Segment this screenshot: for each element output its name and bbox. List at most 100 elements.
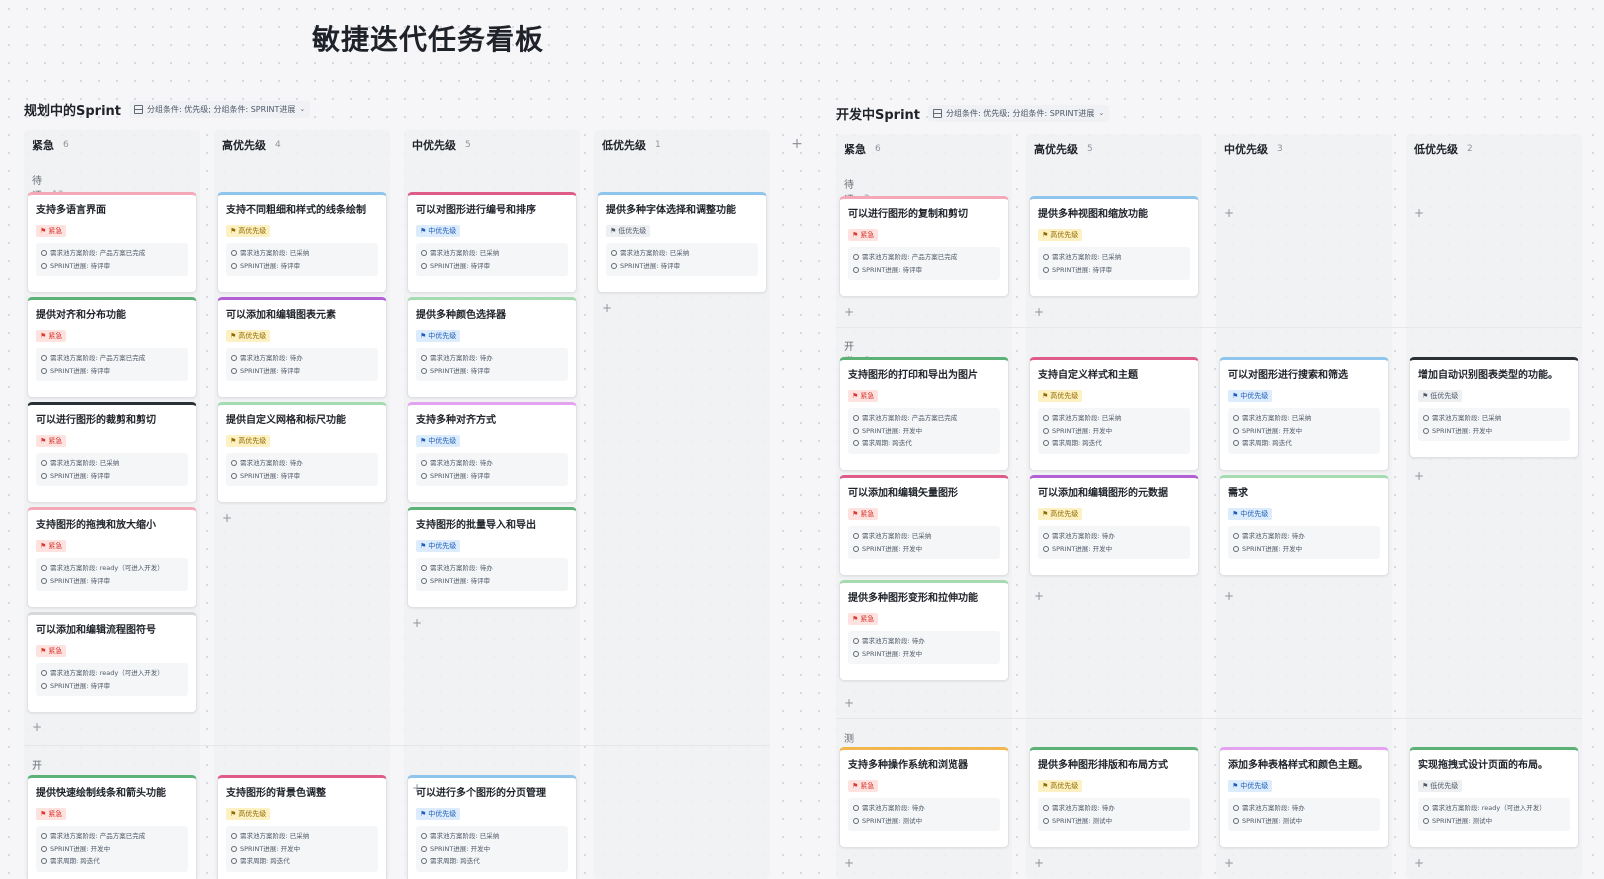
task-card[interactable]: 支持图形的打印和导出为图片 ⚑ 紧急 需求池方案阶段: 产品方案已完成 SPRINT进展… (839, 357, 1009, 471)
task-card[interactable]: 可以进行图形的复制和剪切 ⚑ 紧急 需求池方案阶段: 产品方案已完成 SPRINT进展:… (839, 196, 1009, 297)
table-icon (134, 104, 144, 114)
column-header[interactable]: 紧急 6 (24, 130, 200, 160)
add-card-button[interactable]: + (222, 512, 232, 524)
task-card[interactable]: 增加自动识别图表类型的功能。 ⚑ 低优先级 需求池方案阶段: 已采纳 SPRINT进展:… (1409, 357, 1579, 458)
card-fields: 需求池方案阶段: 已采纳 SPRINT进展: 开发中 需求周期: 跨迭代 (1228, 408, 1380, 454)
add-card-button[interactable]: + (1414, 857, 1424, 869)
task-card[interactable]: 提供多种颜色选择器 ⚑ 中优先级 需求池方案阶段: 待办 SPRINT进展: 待评审 (407, 297, 577, 398)
flag-icon: ⚑ (1042, 231, 1049, 239)
card-title: 提供快速绘制线条和箭头功能 (36, 788, 166, 799)
add-card-button[interactable]: + (844, 857, 854, 869)
add-card-button[interactable]: + (1224, 590, 1234, 602)
task-card[interactable]: 支持不同粗细和样式的线条绘制 ⚑ 高优先级 需求池方案阶段: 已采纳 SPRINT进展:… (217, 192, 387, 293)
card-field: 需求池方案阶段: 已采纳 (1233, 412, 1375, 425)
task-card[interactable]: 支持多种对齐方式 ⚑ 中优先级 需求池方案阶段: 待办 SPRINT进展: 待评审 (407, 402, 577, 503)
task-card[interactable]: 添加多种表格样式和颜色主题。 ⚑ 中优先级 需求池方案阶段: 待办 SPRINT进展: … (1219, 747, 1389, 848)
card-fields: 需求池方案阶段: 待办 SPRINT进展: 开发中 (848, 631, 1000, 664)
task-card[interactable]: 支持图形的拖拽和放大缩小 ⚑ 紧急 需求池方案阶段: ready（可进入开发） SPRI… (27, 507, 197, 608)
card-field: SPRINT进展: 待评审 (41, 470, 183, 483)
priority-label: 高优先级 (238, 437, 267, 445)
priority-label: 中优先级 (428, 332, 457, 340)
task-card[interactable]: 提供自定义网格和标尺功能 ⚑ 高优先级 需求池方案阶段: 待办 SPRINT进展: 待评… (217, 402, 387, 503)
task-card[interactable]: 实现拖拽式设计页面的布局。 ⚑ 低优先级 需求池方案阶段: ready（可进入开发） S… (1409, 747, 1579, 848)
add-card-button[interactable]: + (602, 302, 612, 314)
task-card[interactable]: 提供多种图形排版和布局方式 ⚑ 高优先级 需求池方案阶段: 待办 SPRINT进展: 测… (1029, 747, 1199, 848)
add-card-button[interactable]: + (844, 306, 854, 318)
card-fields: 需求池方案阶段: 产品方案已完成 SPRINT进展: 开发中 需求周期: 跨迭代 (848, 408, 1000, 454)
board-title[interactable]: 规划中的Sprint (24, 100, 121, 119)
group-by-button[interactable]: 分组条件: 优先级; 分组条件: SPRINT进展 ⌄ (928, 104, 1110, 122)
column-header[interactable]: 高优先级 4 (214, 130, 390, 160)
task-card[interactable]: 可以添加和编辑图形的元数据 ⚑ 高优先级 需求池方案阶段: 待办 SPRINT进展: 开… (1029, 475, 1199, 576)
card-field-value: SPRINT进展: 测试中 (1432, 816, 1493, 825)
status-circle-icon (1233, 533, 1239, 540)
column-header[interactable]: 中优先级 5 (404, 130, 580, 160)
column-header[interactable]: 紧急 6 (836, 134, 1012, 164)
priority-label: 中优先级 (428, 437, 457, 445)
task-card[interactable]: 支持多语言界面 ⚑ 紧急 需求池方案阶段: 产品方案已完成 SPRINT进展: 待评审 (27, 192, 197, 293)
column-header[interactable]: 低优先级 1 (594, 130, 770, 160)
card-field: SPRINT进展: 开发中 (853, 648, 995, 661)
task-card[interactable]: 提供多种字体选择和调整功能 ⚑ 低优先级 需求池方案阶段: 已采纳 SPRINT进展: … (597, 192, 767, 293)
status-circle-icon (1233, 427, 1239, 434)
task-card[interactable]: 提供多种视图和缩放功能 ⚑ 高优先级 需求池方案阶段: 已采纳 SPRINT进展: 待评… (1029, 196, 1199, 297)
task-card[interactable]: 提供快速绘制线条和箭头功能 ⚑ 紧急 需求池方案阶段: 产品方案已完成 SPRINT进展… (27, 775, 197, 879)
card-field: 需求池方案阶段: ready（可进入开发） (41, 562, 183, 575)
task-card[interactable]: 支持图形的背景色调整 ⚑ 高优先级 需求池方案阶段: 已采纳 SPRINT进展: 开发中… (217, 775, 387, 879)
task-card[interactable]: 支持多种操作系统和浏览器 ⚑ 紧急 需求池方案阶段: 待办 SPRINT进展: 测试中 (839, 747, 1009, 848)
card-fields: 需求池方案阶段: 已采纳 SPRINT进展: 待评审 (36, 453, 188, 486)
task-card[interactable]: 可以添加和编辑矢量图形 ⚑ 紧急 需求池方案阶段: 已采纳 SPRINT进展: 开发中 (839, 475, 1009, 576)
add-card-button[interactable]: + (1034, 590, 1044, 602)
task-card[interactable]: 支持图形的批量导入和导出 ⚑ 中优先级 需求池方案阶段: 待办 SPRINT进展: 待评… (407, 507, 577, 608)
priority-tag: ⚑ 紧急 (36, 645, 67, 657)
card-fields: 需求池方案阶段: 待办 SPRINT进展: 待评审 (226, 348, 378, 381)
priority-tag: ⚑ 紧急 (36, 808, 67, 820)
task-card[interactable]: 可以添加和编辑图表元素 ⚑ 高优先级 需求池方案阶段: 待办 SPRINT进展: 待评审 (217, 297, 387, 398)
priority-tag: ⚑ 高优先级 (1038, 390, 1083, 402)
status-circle-icon (231, 845, 237, 852)
column-header[interactable]: 低优先级 2 (1406, 134, 1582, 164)
column-header[interactable]: 中优先级 3 (1216, 134, 1392, 164)
card-field: 需求周期: 跨迭代 (853, 437, 995, 450)
column-count: 6 (63, 140, 69, 150)
add-column-button[interactable]: + (786, 133, 808, 155)
add-card-button[interactable]: + (1414, 470, 1424, 482)
card-fields: 需求池方案阶段: ready（可进入开发） SPRINT进展: 待评审 (36, 663, 188, 696)
card-field: 需求池方案阶段: 待办 (421, 562, 563, 575)
task-card[interactable]: 提供对齐和分布功能 ⚑ 紧急 需求池方案阶段: 产品方案已完成 SPRINT进展: 待评… (27, 297, 197, 398)
card-field: SPRINT进展: 待评审 (611, 260, 753, 273)
task-card[interactable]: 可以进行图形的裁剪和剪切 ⚑ 紧急 需求池方案阶段: 已采纳 SPRINT进展: 待评审 (27, 402, 197, 503)
add-card-button[interactable]: + (1034, 857, 1044, 869)
card-field: 需求池方案阶段: 已采纳 (1423, 412, 1565, 425)
add-card-button[interactable]: + (1414, 207, 1424, 219)
add-card-button[interactable]: + (1224, 857, 1234, 869)
card-field: 需求池方案阶段: ready（可进入开发） (1423, 802, 1565, 815)
card-field-value: SPRINT进展: 待评审 (50, 366, 111, 375)
group-by-button[interactable]: 分组条件: 优先级; 分组条件: SPRINT进展 ⌄ (129, 100, 311, 118)
priority-tag: ⚑ 中优先级 (1228, 508, 1273, 520)
flag-icon: ⚑ (610, 227, 617, 235)
card-field-value: SPRINT进展: 待评审 (430, 261, 491, 270)
priority-tag: ⚑ 高优先级 (226, 435, 271, 447)
add-card-button[interactable]: + (1034, 306, 1044, 318)
add-card-button[interactable]: + (1224, 207, 1234, 219)
task-card[interactable]: 可以添加和编辑流程图符号 ⚑ 紧急 需求池方案阶段: ready（可进入开发） SPRI… (27, 612, 197, 713)
card-fields: 需求池方案阶段: 已采纳 SPRINT进展: 开发中 需求周期: 跨迭代 (1038, 408, 1190, 454)
task-card[interactable]: 支持自定义样式和主题 ⚑ 高优先级 需求池方案阶段: 已采纳 SPRINT进展: 开发中… (1029, 357, 1199, 471)
task-card[interactable]: 可以进行多个图形的分页管理 ⚑ 中优先级 需求池方案阶段: 已采纳 SPRINT进展: … (407, 775, 577, 879)
card-title: 支持不同粗细和样式的线条绘制 (226, 205, 366, 216)
task-card[interactable]: 提供多种图形变形和拉伸功能 ⚑ 紧急 需求池方案阶段: 待办 SPRINT进展: 开发中 (839, 580, 1009, 681)
card-field: SPRINT进展: 开发中 (421, 843, 563, 856)
add-card-button[interactable]: + (412, 617, 422, 629)
status-circle-icon (421, 355, 427, 362)
card-field-value: 需求池方案阶段: 产品方案已完成 (50, 249, 146, 257)
add-card-button[interactable]: + (32, 721, 42, 733)
add-card-button[interactable]: + (412, 782, 422, 794)
task-card[interactable]: 需求 ⚑ 中优先级 需求池方案阶段: 待办 SPRINT进展: 开发中 (1219, 475, 1389, 576)
task-card[interactable]: 可以对图形进行编号和排序 ⚑ 中优先级 需求池方案阶段: 已采纳 SPRINT进展: 待… (407, 192, 577, 293)
task-card[interactable]: 可以对图形进行搜索和筛选 ⚑ 中优先级 需求池方案阶段: 已采纳 SPRINT进展: 开… (1219, 357, 1389, 471)
board-title[interactable]: 开发中Sprint (836, 104, 920, 123)
priority-tag: ⚑ 紧急 (36, 435, 67, 447)
column-header[interactable]: 高优先级 5 (1026, 134, 1202, 164)
add-card-button[interactable]: + (844, 697, 854, 709)
